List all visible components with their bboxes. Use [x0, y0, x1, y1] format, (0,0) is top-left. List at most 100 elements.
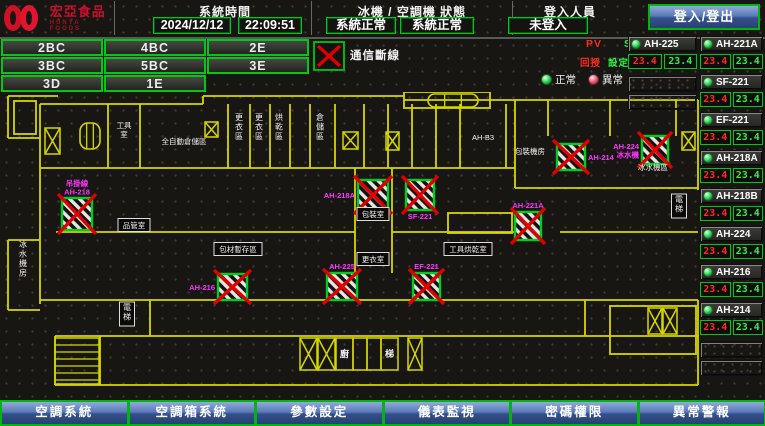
floor-button-3d[interactable]: 3D: [1, 75, 103, 92]
pv-header: PV: [586, 38, 602, 50]
svg-text:更衣區: 更衣區: [255, 113, 263, 141]
equipment-name: AH-216: [716, 267, 750, 278]
status-lamp-icon: [703, 191, 713, 201]
svg-text:AH-B3: AH-B3: [472, 133, 494, 142]
stair-x-icon: [682, 132, 695, 150]
ahu-marker-label: SF-221: [408, 212, 433, 221]
equipment-name: EF-221: [716, 115, 749, 126]
room-label: 電梯: [120, 302, 135, 326]
svg-text:倉儲區: 倉儲區: [316, 112, 324, 141]
legend-normal: 正常: [541, 72, 576, 87]
login-logout-button[interactable]: 登入/登出: [648, 4, 760, 30]
svg-text:廚: 廚: [340, 348, 349, 359]
svg-text:包裝室: 包裝室: [362, 209, 385, 219]
status-lamp-icon: [631, 39, 641, 49]
ahu-marker-label: EF-221: [414, 262, 439, 271]
equipment-column-1: AH-22523.423.4: [628, 36, 697, 110]
room-cell: 梯: [381, 338, 398, 370]
red-lamp-icon: [588, 74, 599, 85]
floor-button-4bc[interactable]: 4BC: [104, 39, 206, 56]
floor-button-2bc[interactable]: 2BC: [1, 39, 103, 56]
svg-text:包材暫存區: 包材暫存區: [219, 244, 257, 254]
header-bar: 宏亞食品 HUNYA FOODS 系統時間 2024/12/12 22:09:5…: [0, 0, 765, 39]
ahu-fault-marker[interactable]: 吊掛線AH-218: [58, 178, 96, 234]
stair-x-icon: [205, 122, 218, 137]
svg-text:更衣室: 更衣室: [362, 254, 385, 264]
ahu-fault-marker[interactable]: AH-216: [189, 270, 251, 304]
nav-button-5[interactable]: 密碼權限: [510, 400, 639, 426]
equipment-button-ah-218a[interactable]: AH-218A: [700, 150, 763, 166]
equipment-button-ah-216[interactable]: AH-216: [700, 264, 763, 280]
brand-name: 宏亞食品: [50, 5, 112, 18]
equipment-empty-slot: [628, 94, 697, 110]
floor-button-2e[interactable]: 2E: [207, 39, 309, 56]
ahu-fault-marker[interactable]: EF-221: [409, 262, 444, 304]
equipment-name: AH-221A: [716, 39, 758, 50]
ahu-status: 系統正常: [400, 17, 474, 34]
floor-button-5bc[interactable]: 5BC: [104, 57, 206, 74]
equipment-button-sf-221[interactable]: SF-221: [700, 74, 763, 90]
equipment-button-ah-218b[interactable]: AH-218B: [700, 188, 763, 204]
room-label: 包裝室: [357, 208, 389, 221]
ahu-marker-label: 吊掛線AH-218: [64, 178, 90, 197]
room-cell: 廚: [336, 338, 353, 370]
room-label: AH-B3: [472, 133, 494, 142]
room-label: 品管室: [118, 219, 150, 232]
room-label: 包裝機房: [515, 146, 545, 156]
pv-value: 23.4: [628, 54, 662, 69]
green-lamp-icon: [541, 74, 552, 85]
equipment-empty-slot: [628, 76, 697, 92]
equipment-values: 23.423.4: [700, 168, 763, 183]
floorplan-map: 廚梯 吊掛線AH-218AH-218ASF-221AH-214AH-224冰水機…: [0, 92, 702, 398]
pv-sub-header: 回授: [580, 55, 601, 69]
equipment-button-ah-225[interactable]: AH-225: [628, 36, 697, 52]
ahu-marker-label: AH-214: [588, 153, 615, 162]
sv-value: 23.4: [733, 54, 764, 69]
equipment-button-ah-214[interactable]: AH-214: [700, 302, 763, 318]
wall-rect: [610, 306, 696, 354]
ahu-marker-label: AH-221A: [512, 201, 544, 210]
floor-button-1e[interactable]: 1E: [104, 75, 206, 92]
sv-value: 23.4: [733, 282, 764, 297]
stair-x-icon: [300, 338, 317, 370]
ahu-marker-label: AH-216: [189, 283, 215, 292]
red-x-icon: [315, 43, 343, 69]
stair-x-icon: [408, 338, 422, 370]
nav-button-3[interactable]: 參數設定: [255, 400, 384, 426]
room-cell: [367, 338, 381, 370]
equipment-name: AH-225: [644, 39, 678, 50]
stair-x-icon: [648, 308, 662, 334]
ahu-fault-marker[interactable]: SF-221: [402, 176, 438, 221]
ahu-marker-label: AH-224冰水機: [613, 142, 640, 160]
equipment-values: 23.423.4: [700, 130, 763, 145]
status-lamp-icon: [703, 153, 713, 163]
bottom-nav-bar: 空調系統空調箱系統參數設定儀表監視密碼權限異常警報: [0, 400, 765, 426]
nav-button-2[interactable]: 空調箱系統: [128, 400, 257, 426]
status-lamp-icon: [703, 267, 713, 277]
ahu-fault-marker[interactable]: AH-214: [553, 140, 615, 174]
comm-offline-label: 通信斷線: [350, 47, 400, 63]
svg-text:電梯: 電梯: [675, 195, 683, 214]
equipment-values: 23.423.4: [700, 320, 763, 335]
floor-button-spacer: [207, 75, 310, 93]
floor-button-3bc[interactable]: 3BC: [1, 57, 103, 74]
sv-value: 23.4: [733, 206, 764, 221]
nav-button-6[interactable]: 異常警報: [638, 400, 765, 426]
sv-sub-header: 設定: [608, 55, 629, 69]
wall-rect: [448, 213, 512, 233]
svg-text:冰水機區: 冰水機區: [638, 162, 668, 172]
equipment-column-2: AH-221A23.423.4SF-22123.423.4EF-22123.42…: [700, 36, 763, 376]
svg-text:梯: 梯: [385, 348, 394, 359]
equipment-button-ah-224[interactable]: AH-224: [700, 226, 763, 242]
ahu-fault-marker[interactable]: AH-221A: [511, 201, 545, 244]
equipment-button-ah-221a[interactable]: AH-221A: [700, 36, 763, 52]
room-label: 冰水機房: [19, 239, 27, 278]
nav-button-4[interactable]: 儀表監視: [383, 400, 512, 426]
room-cell: [353, 338, 367, 370]
equipment-button-ef-221[interactable]: EF-221: [700, 112, 763, 128]
nav-button-1[interactable]: 空調系統: [0, 400, 129, 426]
floor-button-3e[interactable]: 3E: [207, 57, 309, 74]
status-lamp-icon: [703, 229, 713, 239]
round-stair-icon: [80, 123, 100, 149]
svg-text:更衣區: 更衣區: [235, 113, 243, 141]
